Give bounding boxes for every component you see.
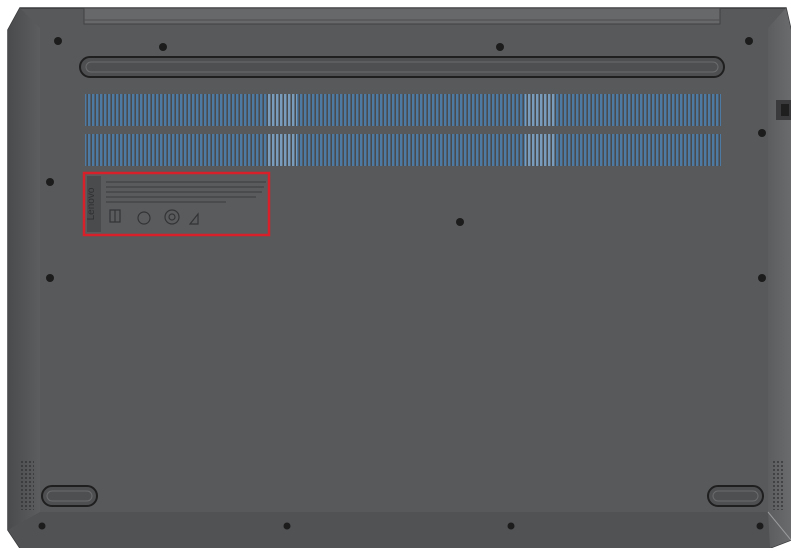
regulatory-label: Lenovo [82, 171, 271, 237]
laptop-bottom-view: Lenovo [0, 0, 791, 549]
bottom-bevel [8, 512, 770, 548]
speaker-grille-right [771, 460, 785, 510]
screw-icon [46, 178, 54, 186]
screw-icon [283, 522, 291, 530]
screw-icon [496, 43, 504, 51]
screw-icon [46, 274, 54, 282]
rubber-foot-left [41, 485, 98, 507]
hinge-bar [83, 7, 721, 25]
chassis-body [7, 7, 791, 549]
brand-logo-text: Lenovo [86, 187, 97, 220]
screw-icon [758, 129, 766, 137]
screw-icon [54, 37, 62, 45]
screw-icon [758, 274, 766, 282]
screw-icon [159, 43, 167, 51]
rubber-foot-right [707, 485, 764, 507]
screw-icon [38, 522, 46, 530]
screw-icon [756, 522, 764, 530]
screw-icon [456, 218, 464, 226]
rubber-foot-top [79, 56, 725, 78]
screw-icon [745, 37, 753, 45]
speaker-grille-left [20, 460, 34, 510]
vent-upper [85, 94, 721, 126]
vent-lower [85, 134, 721, 166]
screw-icon [507, 522, 515, 530]
left-bevel [8, 8, 40, 530]
